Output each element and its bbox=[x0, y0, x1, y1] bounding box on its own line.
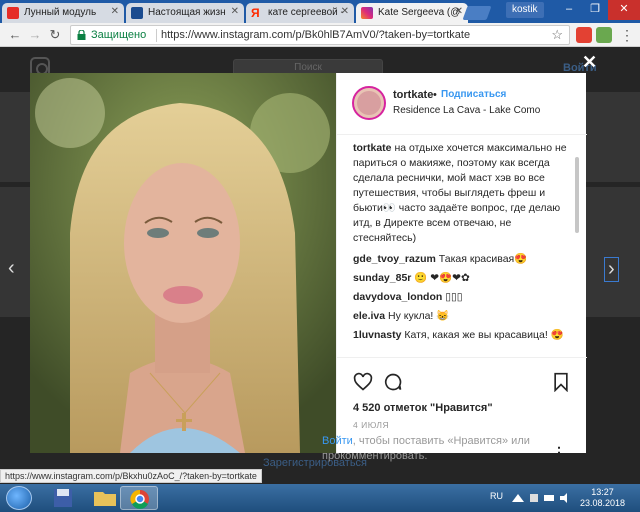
likes-count[interactable]: 4 520 отметок "Нравится" bbox=[353, 402, 493, 414]
comment-username[interactable]: sunday_85r bbox=[353, 272, 411, 284]
chevron-right-icon[interactable]: › bbox=[604, 257, 619, 282]
comment-username[interactable]: gde_tvoy_razum bbox=[353, 253, 436, 265]
more-options-icon[interactable]: ⋮ bbox=[552, 444, 566, 461]
new-tab-button[interactable] bbox=[462, 6, 492, 20]
modal-close-icon[interactable]: ✕ bbox=[582, 52, 597, 73]
background-tile bbox=[0, 187, 30, 317]
language-indicator[interactable]: RU bbox=[490, 491, 503, 501]
minimize-button[interactable]: – bbox=[556, 0, 582, 20]
page-backdrop: Поиск Войти Зарегистрироваться ✕ ‹ › tor… bbox=[0, 47, 640, 489]
back-arrow-icon[interactable]: ← bbox=[6, 26, 24, 44]
post-photo bbox=[30, 73, 336, 453]
background-tile bbox=[586, 92, 640, 182]
comment-text: Ну кукла! 😸 bbox=[388, 310, 450, 322]
youtube-favicon-icon bbox=[7, 7, 19, 19]
portrait-photo-image bbox=[30, 73, 336, 453]
forward-arrow-icon[interactable]: → bbox=[26, 26, 44, 44]
login-prompt-text: , чтобы поставить «Нравится» или прокомм… bbox=[322, 435, 530, 462]
comment-text: ▯▯▯ bbox=[445, 291, 463, 303]
comments-list[interactable]: tortkate на отдыхе хочется максимально н… bbox=[353, 141, 573, 357]
profile-name: kostik bbox=[512, 4, 538, 15]
start-button[interactable] bbox=[6, 486, 32, 510]
clock-time: 13:27 bbox=[591, 487, 614, 497]
browser-toolbar: ← → ↻ Защищено https://www.instagram.com… bbox=[0, 23, 640, 47]
comment-item: davydova_london ▯▯▯ bbox=[353, 290, 573, 305]
heart-icon[interactable] bbox=[353, 372, 373, 392]
follow-button[interactable]: Подписаться bbox=[441, 89, 506, 100]
post-side-panel: tortkate • Подписаться Residence La Cava… bbox=[336, 73, 587, 453]
tab-title: Kate Sergeeva (@ bbox=[378, 7, 461, 18]
reload-icon[interactable]: ↻ bbox=[46, 26, 64, 44]
comments-scrollbar[interactable] bbox=[575, 157, 579, 233]
maximize-button[interactable]: ❐ bbox=[582, 0, 608, 20]
tab-close-icon[interactable]: ✕ bbox=[111, 6, 119, 17]
taskbar: RU 13:27 23.08.2018 bbox=[0, 484, 640, 512]
caption-username[interactable]: tortkate bbox=[353, 142, 392, 154]
lock-icon bbox=[77, 30, 86, 40]
post-date: 4 ИЮЛЯ bbox=[353, 420, 390, 430]
browser-tab-strip: Лунный модуль ✕ Настоящая жизн ✕ Я кате … bbox=[0, 0, 640, 23]
address-bar[interactable]: Защищено https://www.instagram.com/p/Bk0… bbox=[70, 25, 570, 45]
comment-text: Такая красивая😍 bbox=[438, 253, 528, 265]
extension-icon[interactable] bbox=[576, 27, 592, 43]
background-tile bbox=[0, 92, 30, 182]
bookmark-star-icon[interactable]: ☆ bbox=[551, 27, 563, 43]
url-text: https://www.instagram.com/p/Bk0hlB7AmV0/… bbox=[161, 29, 471, 41]
comment-username[interactable]: davydova_london bbox=[353, 291, 442, 303]
comment-item: 1luvnasty Катя, какая же вы красавица! 😍 bbox=[353, 328, 573, 343]
tab-title: Настоящая жизн bbox=[148, 7, 226, 18]
comment-text: 🙂 ❤😍❤✿ bbox=[414, 272, 470, 284]
comment-username[interactable]: 1luvnasty bbox=[353, 329, 401, 341]
secure-label: Защищено bbox=[91, 29, 147, 41]
post-username[interactable]: tortkate bbox=[393, 89, 433, 101]
menu-icon[interactable]: ⋮ bbox=[618, 26, 636, 44]
system-clock[interactable]: 13:27 23.08.2018 bbox=[580, 487, 625, 509]
tab-title: Лунный модуль bbox=[24, 7, 97, 18]
avatar[interactable] bbox=[352, 86, 386, 120]
extension-icon[interactable] bbox=[596, 27, 612, 43]
post-header: tortkate • Подписаться Residence La Cava… bbox=[337, 73, 587, 135]
login-link[interactable]: Войти bbox=[322, 435, 353, 447]
tray-icons[interactable] bbox=[510, 492, 570, 504]
comment-item: gde_tvoy_razum Такая красивая😍 bbox=[353, 252, 573, 267]
separator-dot: • bbox=[433, 89, 437, 101]
browser-tab[interactable]: Лунный модуль ✕ bbox=[2, 3, 124, 23]
tab-close-icon[interactable]: ✕ bbox=[231, 6, 239, 17]
close-window-button[interactable]: ✕ bbox=[608, 0, 640, 20]
browser-tab-active[interactable]: Kate Sergeeva (@ ✕ bbox=[356, 3, 468, 23]
background-tile bbox=[586, 187, 640, 317]
tab-close-icon[interactable]: ✕ bbox=[455, 6, 463, 17]
comment-text: Катя, какая же вы красавица! 😍 bbox=[404, 329, 564, 341]
caption-text: на отдыхе хочется максимально не паритьс… bbox=[353, 142, 567, 244]
comment-item: sunday_85r 🙂 ❤😍❤✿ bbox=[353, 271, 573, 286]
comment-item: ele.iva Ну кукла! 😸 bbox=[353, 309, 573, 324]
browser-tab[interactable]: Я кате сергеевой - ✕ bbox=[246, 3, 354, 23]
post-caption: tortkate на отдыхе хочется максимально н… bbox=[353, 141, 573, 246]
taskbar-app-save-icon[interactable] bbox=[44, 486, 82, 510]
instagram-favicon-icon bbox=[361, 7, 373, 19]
divider bbox=[156, 29, 157, 42]
tab-close-icon[interactable]: ✕ bbox=[341, 6, 349, 17]
tab-title: кате сергеевой - bbox=[268, 7, 344, 18]
post-modal: tortkate • Подписаться Residence La Cava… bbox=[30, 73, 587, 453]
yandex-favicon-icon: Я bbox=[251, 6, 260, 20]
comment-icon[interactable] bbox=[383, 372, 403, 392]
clock-date: 23.08.2018 bbox=[580, 498, 626, 508]
site-favicon-icon bbox=[131, 7, 143, 19]
comment-username[interactable]: ele.iva bbox=[353, 310, 385, 322]
chevron-left-icon[interactable]: ‹ bbox=[8, 257, 15, 280]
login-prompt: Войти, чтобы поставить «Нравится» или пр… bbox=[322, 434, 537, 464]
taskbar-app-chrome-icon[interactable] bbox=[120, 486, 158, 510]
status-url-bar: https://www.instagram.com/p/Bkxhu0zAoC_/… bbox=[0, 469, 262, 483]
bookmark-icon[interactable] bbox=[551, 372, 571, 392]
taskbar-app-folder-icon[interactable] bbox=[86, 486, 124, 510]
profile-button[interactable]: kostik bbox=[506, 2, 544, 18]
post-location[interactable]: Residence La Cava - Lake Como bbox=[393, 105, 540, 116]
browser-tab[interactable]: Настоящая жизн ✕ bbox=[126, 3, 244, 23]
